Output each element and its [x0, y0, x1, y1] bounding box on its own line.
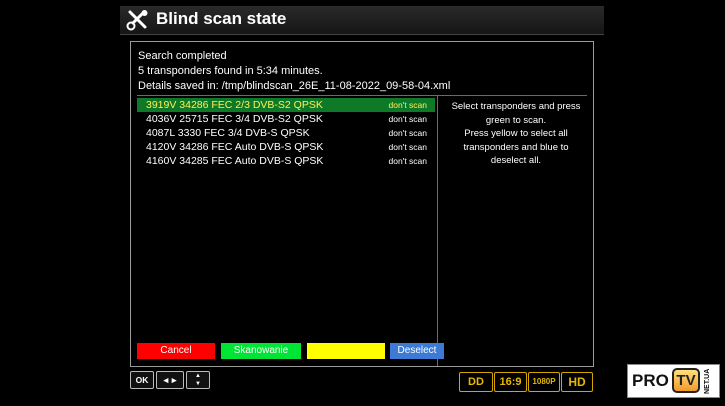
transponder-state: don't scan: [388, 142, 427, 152]
horizontal-divider: [137, 95, 587, 96]
resolution-badge: 1080P: [528, 372, 560, 392]
transponder-row[interactable]: 3919V 34286 FEC 2/3 DVB-S2 QPSK don't sc…: [137, 98, 435, 112]
help-line: transponders and blue to: [463, 141, 569, 153]
vertical-divider: [437, 96, 438, 366]
summary-status: Search completed: [138, 50, 227, 62]
hd-badge: HD: [561, 372, 593, 392]
title-bar: Blind scan state: [120, 6, 604, 35]
cancel-button[interactable]: Cancel: [137, 343, 215, 359]
transponder-state: don't scan: [388, 128, 427, 138]
transponder-name: 4036V 25715 FEC 3/4 DVB-S2 QPSK: [146, 113, 323, 125]
transponder-list: 3919V 34286 FEC 2/3 DVB-S2 QPSK don't sc…: [137, 98, 435, 168]
window-title: Blind scan state: [156, 9, 287, 28]
scan-button[interactable]: Skanowanie: [221, 343, 301, 359]
help-line: green to scan.: [485, 114, 547, 126]
select-all-button[interactable]: Select all: [307, 343, 385, 359]
scan-state-panel: Search completed 5 transponders found in…: [130, 41, 594, 367]
deselect-button[interactable]: Deselect: [390, 343, 444, 359]
logo-tv-icon: TV: [672, 368, 700, 393]
transponder-name: 4160V 34285 FEC Auto DVB-S QPSK: [146, 155, 324, 167]
transponder-state: don't scan: [388, 114, 427, 124]
summary-file: Details saved in: /tmp/blindscan_26E_11-…: [138, 80, 451, 92]
transponder-state: don't scan: [388, 156, 427, 166]
logo-net-text: NET.UA: [704, 368, 711, 394]
dolby-digital-icon: DD: [459, 372, 493, 392]
left-right-key-icon: ◄►: [156, 371, 184, 389]
tools-icon: [126, 10, 148, 31]
transponder-name: 3919V 34286 FEC 2/3 DVB-S2 QPSK: [146, 99, 323, 111]
transponder-row[interactable]: 4120V 34286 FEC Auto DVB-S QPSK don't sc…: [137, 140, 435, 154]
help-line: Press yellow to select all: [464, 128, 568, 139]
transponder-row[interactable]: 4160V 34285 FEC Auto DVB-S QPSK don't sc…: [137, 154, 435, 168]
aspect-ratio-badge: 16:9: [494, 372, 527, 392]
ok-key-icon: OK: [130, 371, 154, 389]
logo-pro-text: PRO: [632, 371, 669, 390]
channel-logo: PRO TV NET.UA: [627, 364, 720, 398]
help-text: Select transponders and press green to s…: [443, 100, 589, 168]
transponder-name: 4087L 3330 FEC 3/4 DVB-S QPSK: [146, 127, 310, 139]
up-down-key-icon: ▲ ▼: [186, 371, 210, 389]
transponder-row[interactable]: 4036V 25715 FEC 3/4 DVB-S2 QPSK don't sc…: [137, 112, 435, 126]
transponder-name: 4120V 34286 FEC Auto DVB-S QPSK: [146, 141, 324, 153]
transponder-row[interactable]: 4087L 3330 FEC 3/4 DVB-S QPSK don't scan: [137, 126, 435, 140]
scan-summary: Search completed 5 transponders found in…: [138, 49, 450, 94]
transponder-state: don't scan: [388, 100, 427, 110]
help-line: deselect all.: [490, 155, 542, 166]
help-line: Select transponders and press: [451, 101, 581, 112]
summary-count: 5 transponders found in 5:34 minutes.: [138, 65, 323, 77]
